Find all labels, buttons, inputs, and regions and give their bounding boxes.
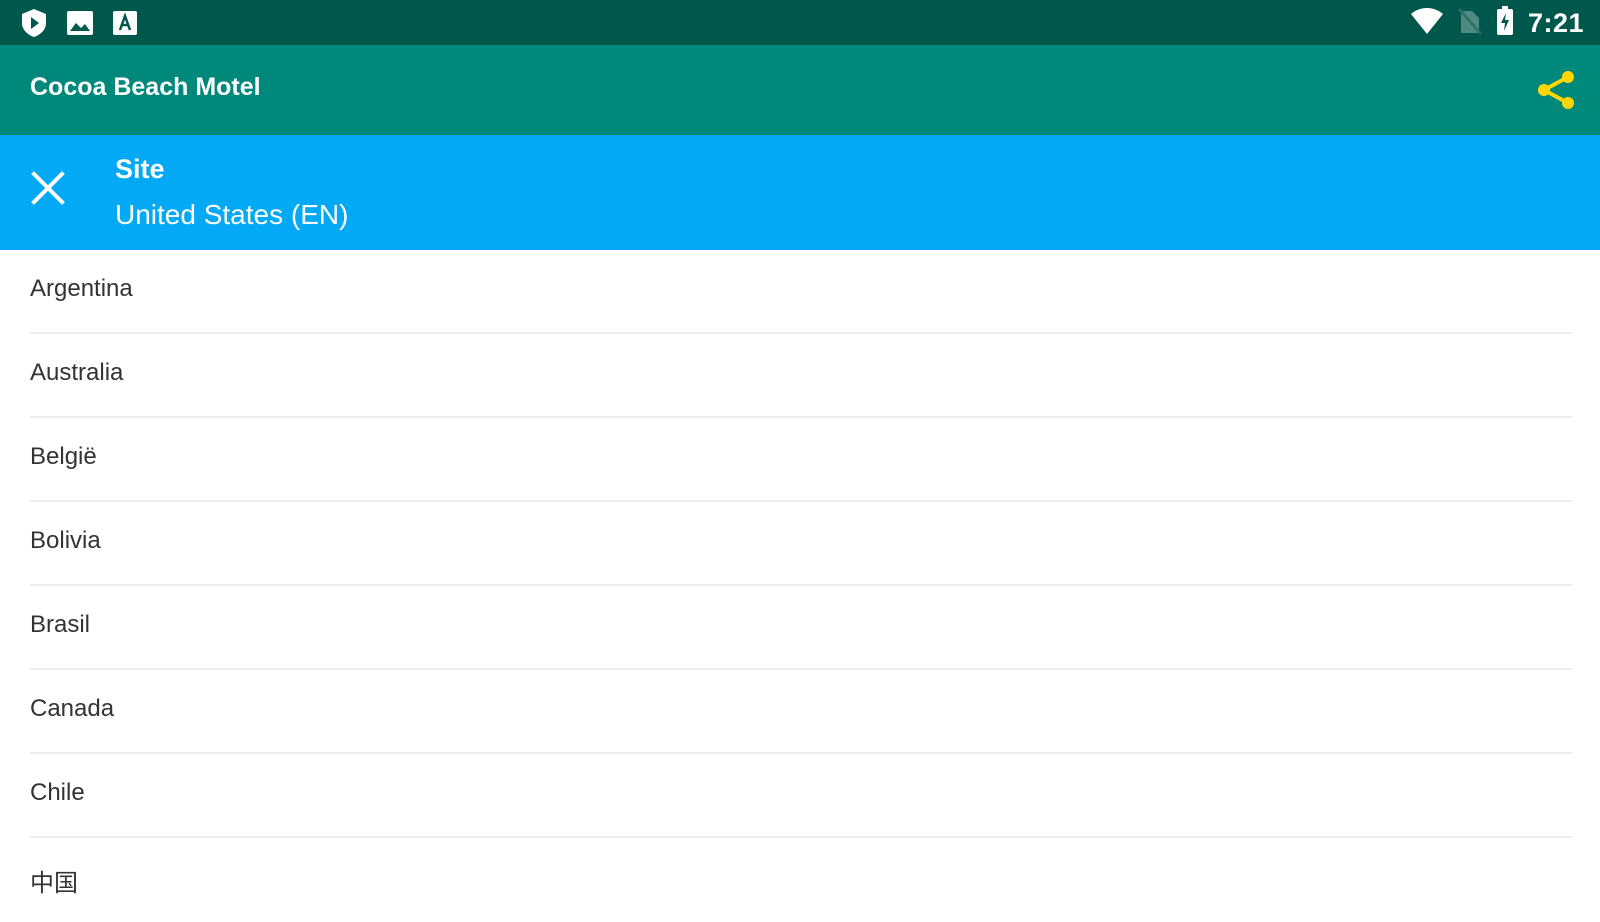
site-label: Site bbox=[115, 154, 165, 184]
share-icon bbox=[1536, 71, 1576, 115]
wifi-icon bbox=[1410, 7, 1444, 40]
close-button[interactable] bbox=[28, 168, 68, 208]
close-icon bbox=[28, 171, 68, 212]
country-label: Chile bbox=[30, 779, 85, 806]
country-item-belgie[interactable]: België bbox=[30, 418, 1572, 502]
country-item-argentina[interactable]: Argentina bbox=[30, 250, 1572, 334]
status-right-icons: 7:21 bbox=[1410, 6, 1584, 41]
battery-icon bbox=[1496, 6, 1514, 41]
country-list: Argentina Australia België Bolivia Brasi… bbox=[0, 250, 1600, 922]
country-label: Australia bbox=[30, 359, 124, 386]
country-label: Bolivia bbox=[30, 527, 101, 554]
status-left-icons bbox=[20, 8, 138, 43]
country-label: 中国 bbox=[30, 870, 78, 897]
app-title: Cocoa Beach Motel bbox=[30, 73, 261, 101]
country-item-canada[interactable]: Canada bbox=[30, 670, 1572, 754]
country-label: Brasil bbox=[30, 611, 91, 638]
site-value: United States (EN) bbox=[115, 199, 349, 230]
status-time: 7:21 bbox=[1527, 8, 1584, 38]
country-item-brasil[interactable]: Brasil bbox=[30, 586, 1572, 670]
country-label: Canada bbox=[30, 695, 115, 722]
shield-play-icon bbox=[20, 8, 48, 43]
site-selector-bar bbox=[0, 135, 1600, 250]
share-button[interactable] bbox=[1536, 69, 1576, 111]
image-icon bbox=[66, 10, 94, 41]
country-label: Argentina bbox=[30, 275, 133, 302]
no-sim-icon bbox=[1458, 7, 1482, 40]
app-bar: Cocoa Beach Motel bbox=[0, 45, 1600, 135]
country-label: België bbox=[30, 443, 97, 470]
country-item-chile[interactable]: Chile bbox=[30, 754, 1572, 838]
country-item-china[interactable]: 中国 bbox=[30, 838, 1572, 922]
status-bar: 7:21 bbox=[0, 0, 1600, 45]
country-item-bolivia[interactable]: Bolivia bbox=[30, 502, 1572, 586]
country-item-australia[interactable]: Australia bbox=[30, 334, 1572, 418]
font-icon bbox=[112, 10, 138, 41]
